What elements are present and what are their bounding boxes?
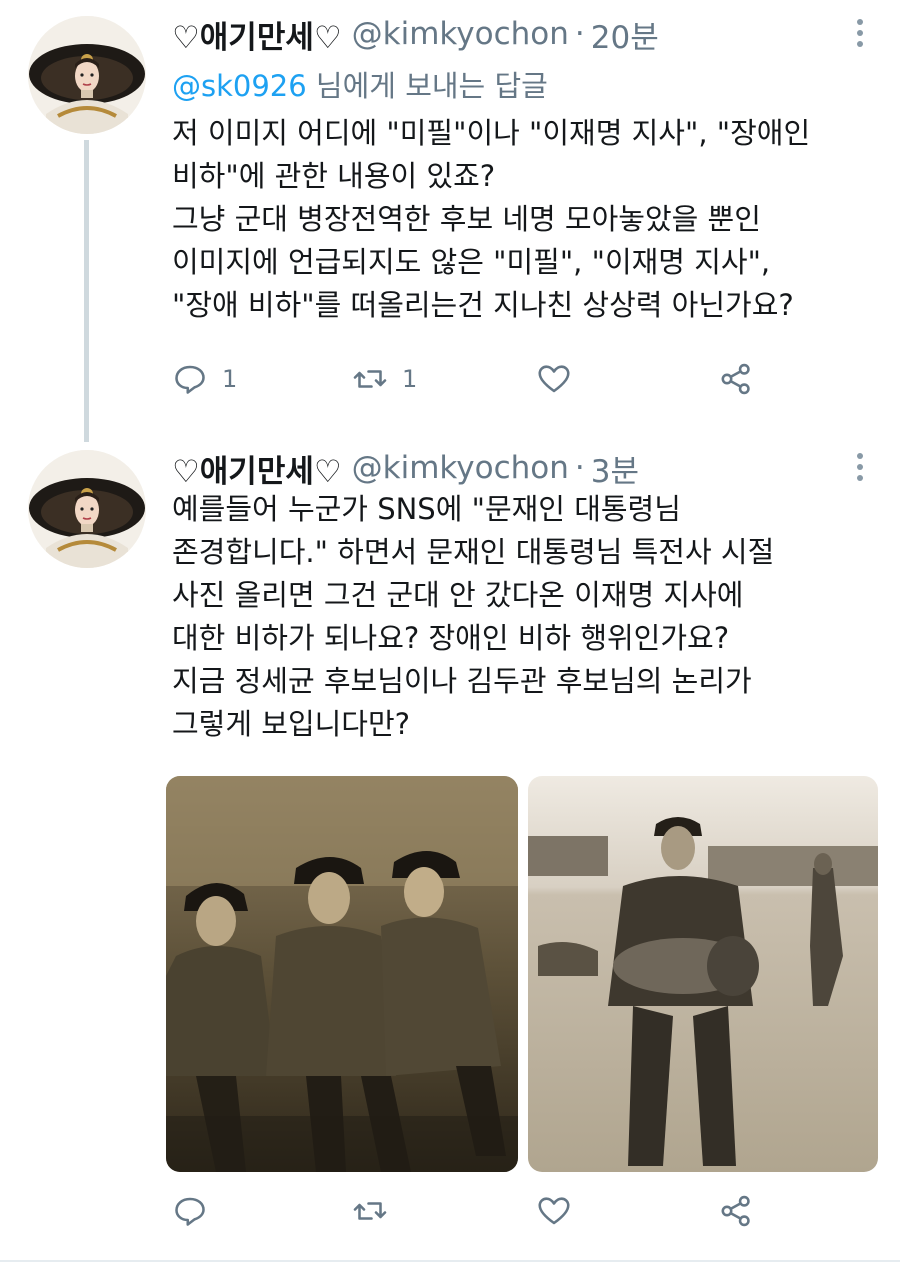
display-name[interactable]: ♡애기만세♡ [172,12,342,57]
separator-dot: · [574,450,585,486]
reply-count: 1 [222,365,238,393]
separator-dot: · [574,16,585,52]
tweet-actions: 1 1 [172,354,772,404]
tweet-text-line: 그렇게 보입니다만? [172,707,411,741]
user-handle[interactable]: @kimkyochon [352,450,569,486]
tweet-text: 저 이미지 어디에 "미필"이나 "이재명 지사", "장애인 비하"에 관한 … [172,112,877,327]
mention-link[interactable]: @sk0926 [172,69,307,103]
timestamp[interactable]: 20분 [591,12,659,57]
retweet-count: 1 [402,365,418,393]
heart-icon [538,1197,570,1225]
reply-button[interactable] [172,1186,208,1236]
reply-icon [175,1197,205,1226]
tweet-header: ♡애기만세♡ @kimkyochon · 3분 [172,446,639,491]
divider [0,1260,900,1262]
reply-button[interactable]: 1 [172,354,237,404]
more-vertical-icon[interactable] [850,14,870,54]
share-icon [721,1195,750,1227]
heart-icon [538,365,570,393]
tweet-actions [172,1186,772,1236]
retweet-button[interactable]: 1 [352,354,417,404]
tweet[interactable]: ♡애기만세♡ @kimkyochon · 3분 예를들어 누군가 SNS에 "문… [0,440,900,1266]
tweet-text-line: 존경합니다." 하면서 문재인 대통령님 특전사 시절 [172,535,775,569]
tweet-text-line: 이미지에 언급되지도 않은 "미필", "이재명 지사", [172,245,771,279]
avatar[interactable] [28,450,146,568]
more-vertical-icon[interactable] [850,448,870,488]
tweet-text-line: 비하"에 관한 내용이 있죠? [172,159,496,193]
retweet-icon [353,370,387,388]
user-handle[interactable]: @kimkyochon [352,16,569,52]
tweet-text: 예를들어 누군가 SNS에 "문재인 대통령님 존경합니다." 하면서 문재인 … [172,488,877,746]
like-button[interactable] [536,354,572,404]
retweet-button[interactable] [352,1186,388,1236]
like-button[interactable] [536,1186,572,1236]
reply-icon [175,365,205,394]
tweet-text-line: 사진 올리면 그건 군대 안 갔다온 이재명 지사에 [172,578,744,612]
replying-to-label: 님에게 보내는 답글 [306,69,548,103]
timestamp[interactable]: 3분 [591,446,639,491]
photo-paratrooper[interactable] [528,776,878,1172]
tweet-media [166,776,878,1172]
share-button[interactable] [718,1186,754,1236]
share-button[interactable] [718,354,754,404]
share-icon [721,363,750,395]
retweet-icon [353,1202,387,1220]
photo-three-soldiers[interactable] [166,776,518,1172]
tweet-text-line: "장애 비하"를 떠올리는건 지나친 상상력 아닌가요? [172,288,794,322]
tweet-text-line: 대한 비하가 되나요? 장애인 비하 행위인가요? [172,621,730,655]
tweet-header: ♡애기만세♡ @kimkyochon · 20분 [172,12,659,57]
replying-to: @sk0926 님에게 보내는 답글 [172,63,548,105]
avatar[interactable] [28,16,146,134]
tweet-text-line: 그냥 군대 병장전역한 후보 네명 모아놓았을 뿐인 [172,202,761,236]
tweet-text-line: 지금 정세균 후보님이나 김두관 후보님의 논리가 [172,664,752,698]
display-name[interactable]: ♡애기만세♡ [172,446,342,491]
tweet-reply[interactable]: ♡애기만세♡ @kimkyochon · 20분 @sk0926 님에게 보내는… [0,0,900,442]
tweet-text-line: 예를들어 누군가 SNS에 "문재인 대통령님 [172,492,681,526]
tweet-text-line: 저 이미지 어디에 "미필"이나 "이재명 지사", "장애인 [172,116,811,150]
thread-line [84,140,89,442]
